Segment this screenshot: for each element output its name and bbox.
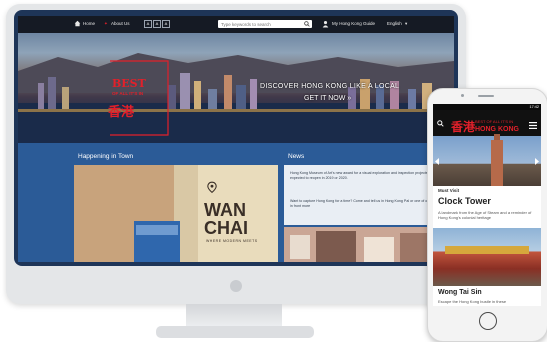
tram-window — [136, 225, 178, 235]
search-box — [218, 20, 312, 28]
about-flag-icon: ✦ — [104, 21, 108, 26]
hero-cta-link[interactable]: GET IT NOW » — [304, 95, 351, 102]
wong-tai-sin-image[interactable] — [433, 228, 541, 286]
search-icon[interactable] — [437, 120, 444, 127]
hero-banner[interactable]: BEST OF ALL IT'S IN 香港 DISCOVER HONG KON… — [18, 33, 454, 143]
logo-chinese-text: 香港 — [108, 104, 135, 119]
desktop-monitor: Home ✦ About Us A A A My Hong Kong Guide… — [6, 4, 466, 304]
mobile-logo-chinese[interactable]: 香港 — [451, 118, 475, 135]
my-guide-link[interactable]: My Hong Kong Guide — [332, 21, 375, 26]
mobile-screen: 17:42 香港 BEST OF ALL IT'S IN HONG KONG M… — [433, 104, 541, 306]
mobile-logo-main[interactable]: HONG KONG — [475, 126, 519, 133]
card-description: A landmark from the Age of Steam and a r… — [438, 210, 532, 221]
phone-speaker — [478, 95, 494, 97]
desktop-screen: Home ✦ About Us A A A My Hong Kong Guide… — [18, 16, 454, 262]
monitor-logo — [230, 280, 242, 292]
home-icon[interactable] — [74, 20, 81, 27]
font-size-medium-button[interactable]: A — [153, 20, 161, 28]
card-title-wong-tai-sin[interactable]: Wong Tai Sin — [438, 289, 482, 296]
mobile-header: 香港 BEST OF ALL IT'S IN HONG KONG — [433, 110, 541, 136]
wan-chai-subtitle: WHERE MODERN MEETS — [206, 239, 258, 243]
monitor-stand-neck — [186, 304, 282, 328]
card-description-2: Escape the Hong Kong bustle in these — [438, 299, 507, 304]
wan-chai-feature-card[interactable]: WAN CHAI WHERE MODERN MEETS — [74, 165, 278, 262]
temple-roof — [445, 246, 529, 254]
content-section: Happening in Town News WAN CHAI WHERE MO… — [18, 143, 454, 262]
chevron-down-icon[interactable]: ▾ — [405, 21, 407, 27]
user-icon[interactable] — [322, 20, 329, 28]
search-input[interactable] — [218, 20, 301, 28]
hamburger-menu-icon[interactable] — [529, 122, 537, 129]
clock-tower-shape — [491, 140, 503, 186]
chevron-right-icon[interactable] — [534, 158, 539, 165]
hero-headline: DISCOVER HONG KONG LIKE A LOCAL — [260, 83, 400, 90]
monitor-stand-base — [156, 326, 314, 338]
clock-tower-image[interactable] — [433, 136, 541, 186]
search-icon[interactable] — [304, 21, 310, 27]
logo-best-text: BEST — [112, 77, 146, 90]
news-item-1[interactable]: Hong Kong Museum of Art's new award for … — [290, 171, 440, 181]
news-item-2[interactable]: Want to capture Hong Kong for a time? Co… — [290, 199, 440, 209]
logo-small-text: OF ALL IT'S IN — [112, 91, 144, 96]
wan-chai-title-line1: WAN — [204, 200, 246, 220]
map-pin-icon — [207, 181, 217, 193]
card-title-clock-tower[interactable]: Clock Tower — [438, 196, 491, 206]
language-select[interactable]: English — [387, 21, 402, 26]
chevron-left-icon[interactable] — [435, 158, 440, 165]
home-link[interactable]: Home — [83, 21, 95, 26]
status-time: 17:42 — [529, 105, 539, 109]
font-size-small-button[interactable]: A — [144, 20, 152, 28]
news-title: News — [288, 153, 305, 160]
card-kicker: Must Visit — [438, 188, 460, 193]
happening-title: Happening in Town — [78, 153, 134, 160]
phone-camera — [461, 94, 464, 97]
about-us-link[interactable]: About Us — [111, 21, 130, 26]
best-of-hk-logo[interactable]: BEST OF ALL IT'S IN 香港 — [108, 77, 160, 141]
wan-chai-title-line2: CHAI — [204, 218, 248, 238]
font-size-large-button[interactable]: A — [162, 20, 170, 28]
wan-chai-title: WAN CHAI — [204, 201, 248, 237]
top-navigation-bar: Home ✦ About Us A A A My Hong Kong Guide… — [18, 16, 454, 33]
mobile-logo-small: BEST OF ALL IT'S IN — [475, 119, 514, 124]
phone-home-button[interactable] — [479, 312, 497, 330]
